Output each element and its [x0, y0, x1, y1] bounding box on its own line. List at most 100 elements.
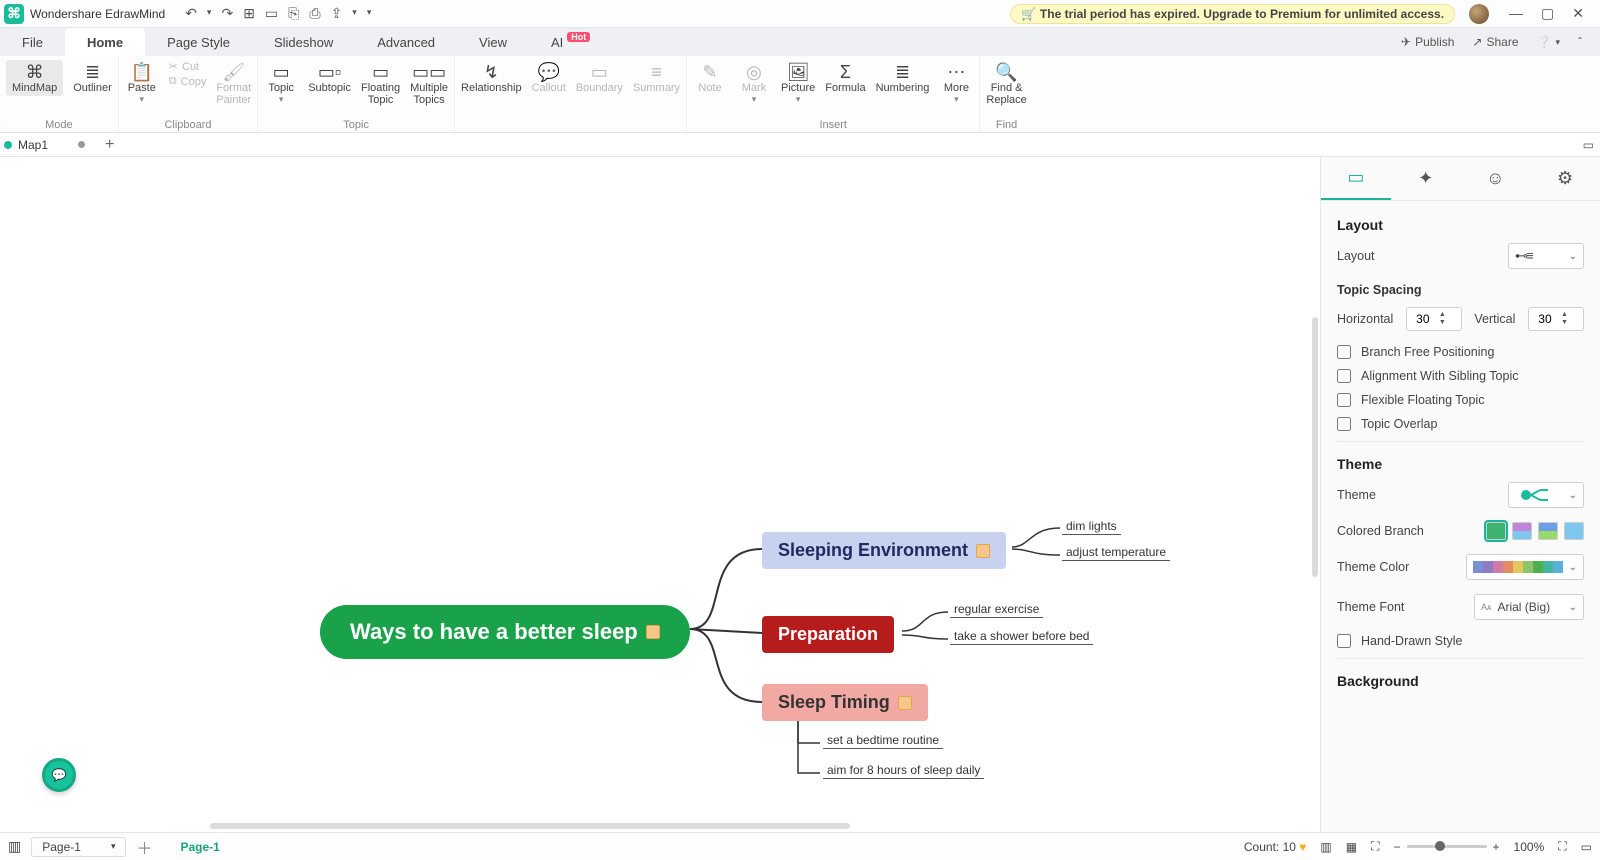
canvas[interactable]: Ways to have a better sleep Sleeping Env… — [0, 157, 1320, 832]
note-attached-icon[interactable] — [646, 625, 660, 639]
copy-button[interactable]: ⧉Copy — [169, 75, 207, 88]
more-insert-button[interactable]: ⋯More▾ — [939, 60, 973, 105]
formula-button[interactable]: ΣFormula — [825, 60, 865, 94]
branch-swatch-2[interactable] — [1512, 522, 1532, 540]
print-icon[interactable]: ⎙ — [309, 5, 320, 22]
view-mode-3-icon[interactable]: ⛶ — [1371, 839, 1379, 854]
horizontal-spacing-value[interactable] — [1407, 312, 1439, 326]
picture-button[interactable]: 🖼Picture▾ — [781, 60, 815, 105]
central-topic[interactable]: Ways to have a better sleep — [320, 605, 690, 659]
doc-layout-toggle-button[interactable]: ▭ — [1583, 138, 1594, 152]
relationship-button[interactable]: ↯Relationship — [461, 60, 522, 94]
vertical-spacing-value[interactable] — [1529, 312, 1561, 326]
zoom-in-icon[interactable]: + — [1493, 840, 1500, 854]
minimize-icon[interactable]: — — [1509, 5, 1523, 22]
status-view-icon[interactable]: ▥ — [8, 838, 21, 855]
mode-outliner-button[interactable]: ≣ Outliner — [73, 60, 112, 94]
paste-button[interactable]: 📋 Paste ▾ — [125, 60, 159, 105]
theme-color-dropdown[interactable]: ⌄ — [1466, 554, 1584, 580]
spin-down-icon[interactable]: ▼ — [1439, 319, 1446, 327]
menu-slideshow[interactable]: Slideshow — [252, 28, 355, 56]
qat-more-icon[interactable]: ▾ — [367, 7, 372, 24]
boundary-button[interactable]: ▭Boundary — [576, 60, 623, 94]
publish-button[interactable]: ✈Publish — [1401, 35, 1454, 49]
add-document-button[interactable]: + — [105, 136, 114, 154]
summary-button[interactable]: ≡Summary — [633, 60, 680, 94]
menu-home[interactable]: Home — [65, 28, 145, 56]
fullscreen-icon[interactable]: ⛶ — [1558, 839, 1566, 854]
horizontal-spacing-input[interactable]: ▲▼ — [1406, 307, 1462, 331]
branch-swatch-1[interactable] — [1486, 522, 1506, 540]
new-icon[interactable]: ⊞ — [243, 5, 255, 22]
collapse-ribbon-button[interactable]: ˆ — [1578, 35, 1582, 49]
maximize-icon[interactable]: ▢ — [1541, 5, 1554, 22]
page-tab-1[interactable]: Page-1 — [180, 840, 219, 854]
note-button[interactable]: ✎Note — [693, 60, 727, 94]
zoom-slider-track[interactable] — [1407, 845, 1487, 848]
subtopic-button[interactable]: ▭▫Subtopic — [308, 60, 351, 94]
alignment-sibling-checkbox[interactable]: Alignment With Sibling Topic — [1337, 369, 1584, 383]
floating-topic-button[interactable]: ▭FloatingTopic — [361, 60, 400, 106]
export-icon[interactable]: ⇪ — [331, 5, 343, 22]
menu-page-style[interactable]: Page Style — [145, 28, 252, 56]
menu-ai[interactable]: AI Hot — [529, 28, 612, 56]
panel-tab-layout[interactable]: ▭ — [1321, 157, 1391, 200]
subtopic-bedtime-routine[interactable]: set a bedtime routine — [823, 733, 943, 749]
topic-overlap-checkbox[interactable]: Topic Overlap — [1337, 417, 1584, 431]
branch-swatch-3[interactable] — [1538, 522, 1558, 540]
callout-button[interactable]: 💬Callout — [532, 60, 566, 94]
undo-icon[interactable]: ↶ — [185, 5, 197, 22]
trial-banner[interactable]: 🛒 The trial period has expired. Upgrade … — [1010, 4, 1455, 24]
mode-mindmap-button[interactable]: ⌘ MindMap — [6, 60, 63, 96]
cut-button[interactable]: ✂Cut — [169, 60, 207, 73]
mark-button[interactable]: ◎Mark▾ — [737, 60, 771, 105]
menu-file[interactable]: File — [0, 28, 65, 56]
view-mode-1-icon[interactable]: ▥ — [1320, 840, 1331, 854]
multiple-topics-button[interactable]: ▭▭MultipleTopics — [410, 60, 448, 106]
canvas-scrollbar-horizontal[interactable] — [210, 823, 850, 829]
close-icon[interactable]: ✕ — [1572, 5, 1584, 22]
topic-sleep-timing[interactable]: Sleep Timing — [762, 684, 928, 721]
help-button[interactable]: ❔▾ — [1537, 35, 1560, 49]
subtopic-regular-exercise[interactable]: regular exercise — [950, 602, 1043, 618]
spin-down-icon[interactable]: ▼ — [1561, 319, 1568, 327]
hand-drawn-checkbox[interactable]: Hand-Drawn Style — [1337, 634, 1584, 648]
panel-tab-icons[interactable]: ☺ — [1461, 157, 1531, 200]
view-mode-2-icon[interactable]: ▦ — [1346, 840, 1357, 854]
redo-icon[interactable]: ↷ — [221, 5, 233, 22]
share-button[interactable]: ↗Share — [1472, 35, 1518, 49]
export-caret-icon[interactable]: ▾ — [352, 7, 357, 24]
spin-up-icon[interactable]: ▲ — [1439, 311, 1446, 319]
topic-sleeping-environment[interactable]: Sleeping Environment — [762, 532, 1006, 569]
subtopic-adjust-temperature[interactable]: adjust temperature — [1062, 545, 1170, 561]
add-page-button[interactable]: ＋ — [136, 835, 152, 859]
zoom-out-icon[interactable]: − — [1394, 840, 1401, 854]
topic-button[interactable]: ▭Topic▾ — [264, 60, 298, 105]
flexible-floating-checkbox[interactable]: Flexible Floating Topic — [1337, 393, 1584, 407]
branch-free-checkbox[interactable]: Branch Free Positioning — [1337, 345, 1584, 359]
doc-tab-map1[interactable]: Map1 — [18, 138, 48, 152]
theme-dropdown[interactable]: ⌄ — [1508, 482, 1584, 508]
panel-tab-style[interactable]: ✦ — [1391, 157, 1461, 200]
page-dropdown[interactable]: Page-1 ▾ — [31, 837, 126, 857]
layout-dropdown[interactable]: ⊷≡ ⌄ — [1508, 243, 1584, 269]
spin-up-icon[interactable]: ▲ — [1561, 311, 1568, 319]
panel-tab-settings[interactable]: ⚙ — [1530, 157, 1600, 200]
subtopic-take-a-shower[interactable]: take a shower before bed — [950, 629, 1093, 645]
chat-fab-button[interactable]: 💬 — [42, 758, 76, 792]
menu-view[interactable]: View — [457, 28, 529, 56]
subtopic-dim-lights[interactable]: dim lights — [1062, 519, 1121, 535]
open-icon[interactable]: ▭ — [265, 5, 278, 22]
theme-font-dropdown[interactable]: Aᴀ Arial (Big) ⌄ — [1474, 594, 1584, 620]
format-painter-button[interactable]: 🖌 Format Painter — [216, 60, 251, 106]
user-avatar[interactable] — [1469, 4, 1489, 24]
undo-caret-icon[interactable]: ▾ — [207, 7, 212, 24]
menu-advanced[interactable]: Advanced — [355, 28, 457, 56]
fit-page-icon[interactable]: ▭ — [1581, 840, 1592, 854]
note-attached-icon[interactable] — [898, 696, 912, 710]
zoom-slider-thumb[interactable] — [1435, 841, 1445, 851]
branch-swatch-4[interactable] — [1564, 522, 1584, 540]
numbering-button[interactable]: ≣Numbering — [876, 60, 930, 94]
vertical-spacing-input[interactable]: ▲▼ — [1528, 307, 1584, 331]
canvas-scrollbar-vertical[interactable] — [1312, 317, 1318, 577]
